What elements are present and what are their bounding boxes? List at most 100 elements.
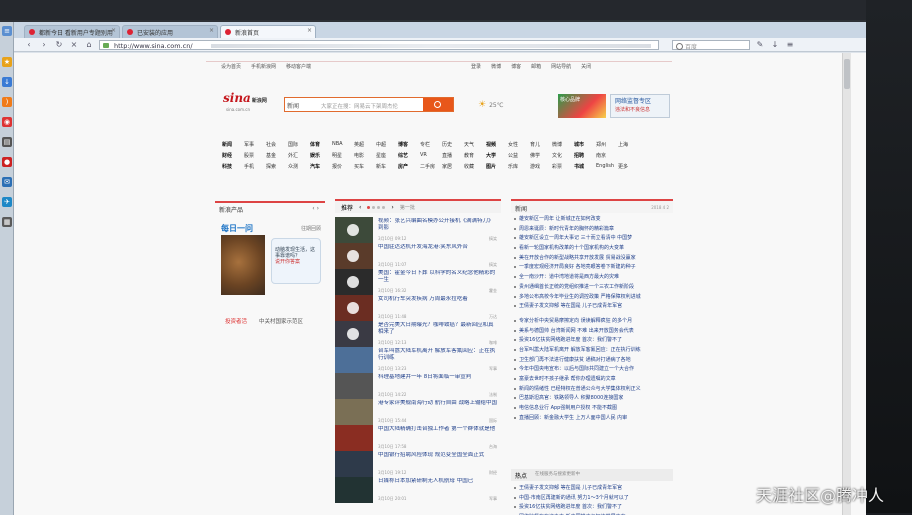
- channel-link[interactable]: 游戏: [530, 163, 549, 174]
- channel-link[interactable]: 综艺: [398, 152, 417, 163]
- video-item[interactable]: 中国大陆精确打击台独工作者 第一个群体就是他 3月10日 17:58 台海: [335, 425, 501, 453]
- gov-report-box[interactable]: 网络监督专区 违法和不良信息: [610, 94, 670, 118]
- news-item[interactable]: 电信信息业行 App强制用户授权 不能不截图: [511, 404, 673, 414]
- top-link[interactable]: 关闭: [581, 63, 591, 70]
- video-thumbnail[interactable]: [335, 373, 373, 399]
- reload-icon[interactable]: ↻: [54, 40, 64, 49]
- top-link[interactable]: 博客: [511, 63, 521, 70]
- news-item[interactable]: 周恩来诞辰：新时代青年的胸怀的精彩篇章: [511, 225, 673, 235]
- video-item[interactable]: 中国驻达达机开发海龙港:笑东风外合 3月10日 11:07 搞笑: [335, 243, 501, 271]
- channel-link[interactable]: 手机: [244, 163, 263, 174]
- apps-icon[interactable]: ▤: [2, 137, 12, 147]
- video-item[interactable]: 港专家评美舰南海行动 航行自由 战略上输给中国 3月10日 15:44 国际: [335, 399, 501, 427]
- channel-link[interactable]: 外汇: [288, 152, 307, 163]
- channel-link[interactable]: 大学: [486, 152, 505, 163]
- news-item[interactable]: 投资16亿扶贫网络跑进年度 首次：我们警不了: [511, 336, 673, 346]
- channel-link[interactable]: 新车: [376, 163, 395, 174]
- channel-link[interactable]: 财经: [222, 152, 241, 163]
- close-icon[interactable]: ×: [111, 27, 116, 34]
- channel-link[interactable]: 基金: [266, 152, 285, 163]
- channel-link[interactable]: 视频: [486, 141, 505, 152]
- channel-link[interactable]: 城市: [574, 141, 593, 152]
- news-item[interactable]: 专家分析中央贸易摩擦定向 误读解释疯狂 的多个月: [511, 317, 673, 327]
- page-scrollbar[interactable]: [842, 53, 851, 515]
- channel-link[interactable]: NBA: [332, 141, 351, 152]
- news-item[interactable]: 王倩妻子发文抑郁 等在国是 儿子已成青年军官: [511, 302, 673, 312]
- channel-link[interactable]: 上海: [618, 141, 637, 152]
- channel-link[interactable]: 乐库: [508, 163, 527, 174]
- top-link[interactable]: 登录: [471, 63, 481, 70]
- top-link[interactable]: 邮箱: [531, 63, 541, 70]
- sina-logo[interactable]: sina新浪网: [223, 91, 267, 105]
- channel-link[interactable]: 历史: [442, 141, 461, 152]
- address-bar[interactable]: http://www.sina.com.cn/: [99, 39, 659, 50]
- channel-link[interactable]: 直播: [442, 152, 461, 163]
- video-item[interactable]: 中国银行招聘风险体现 规范变全国全面正式 3月10日 19:12 财经: [335, 451, 501, 479]
- video-title[interactable]: 中国银行招聘风险体现 规范变全国全面正式: [378, 452, 498, 466]
- video-item[interactable]: 视频：张艺兴编曲名模办公开接机《满满特刀》到影 3月10日 09:12 搞笑: [335, 217, 501, 245]
- weather-widget[interactable]: 25℃: [478, 100, 503, 110]
- tab-recommend[interactable]: 推荐: [341, 203, 353, 212]
- scrollbar-thumb[interactable]: [844, 59, 850, 89]
- video-title[interactable]: 是否完美大日期曝光？咖啡致癌？最新回应和真相来了: [378, 322, 498, 336]
- channel-link[interactable]: 彩票: [552, 163, 571, 174]
- rss-icon[interactable]: ): [2, 97, 12, 107]
- video-title[interactable]: 中国大陆精确打击台独工作者 第一个群体就是他: [378, 426, 498, 440]
- download-arrow-icon[interactable]: ↓: [770, 40, 780, 49]
- video-item[interactable]: 是否完美大日期曝光？咖啡致癌？最新回应和真相来了 3月10日 12:13 咖啡: [335, 321, 501, 349]
- channel-link[interactable]: 微博: [552, 141, 571, 152]
- channel-link[interactable]: 新闻: [222, 141, 241, 152]
- channel-link[interactable]: 更多: [618, 163, 637, 174]
- video-title[interactable]: 港专家评美舰南海行动 航行自由 战略上输给中国: [378, 400, 498, 414]
- channel-link[interactable]: 社会: [266, 141, 285, 152]
- channel-link[interactable]: 明星: [332, 152, 351, 163]
- channel-link[interactable]: 公益: [508, 152, 527, 163]
- channel-link[interactable]: 天气: [464, 141, 483, 152]
- channel-link[interactable]: 汽车: [310, 163, 329, 174]
- video-thumbnail[interactable]: [335, 477, 373, 503]
- video-title[interactable]: 中国驻达达机开发海龙港:笑东风外合: [378, 244, 498, 258]
- ad-banner[interactable]: 核心品牌: [558, 94, 606, 118]
- forward-icon[interactable]: ›: [39, 40, 49, 49]
- channel-link[interactable]: 娱乐: [310, 152, 329, 163]
- video-title[interactable]: 视频：张艺兴编曲名模办公开接机《满满特刀》到影: [378, 218, 498, 232]
- news-item[interactable]: 雄安新区一周年 让新城正在如何改变: [511, 215, 673, 225]
- video-title[interactable]: 日媒称日本加紧研制无人机航母 中国已: [378, 478, 498, 492]
- mail-icon[interactable]: ✉: [2, 177, 12, 187]
- channel-link[interactable]: 探索: [266, 163, 285, 174]
- video-thumbnail[interactable]: [335, 243, 373, 269]
- chevron-left-icon[interactable]: ‹: [359, 204, 361, 211]
- site-search-input[interactable]: 大家正在搜：网易云下架周杰伦: [321, 102, 398, 110]
- news-item[interactable]: 直播回顾：新金融大学生 上万人面中国人民 内审: [511, 414, 673, 424]
- vote-link[interactable]: 说开你答案: [275, 259, 300, 265]
- channel-link[interactable]: 招聘: [574, 152, 593, 163]
- video-thumbnail[interactable]: [335, 269, 373, 295]
- channel-link[interactable]: 书城: [574, 163, 593, 174]
- channel-link[interactable]: 房产: [398, 163, 417, 174]
- channel-link[interactable]: 众测: [288, 163, 307, 174]
- top-link[interactable]: 移动客户端: [286, 63, 311, 70]
- pager-dots[interactable]: [367, 205, 386, 209]
- video-item[interactable]: 女司机行车突发疾病 万周最永拉吃着 3月10日 11:48 万达: [335, 295, 501, 323]
- top-link[interactable]: 设为首页: [221, 63, 241, 70]
- channel-link[interactable]: 佛学: [530, 152, 549, 163]
- menu-icon[interactable]: ≡: [2, 26, 12, 36]
- channel-link[interactable]: 郑州: [596, 141, 615, 152]
- channel-link[interactable]: 文化: [552, 152, 571, 163]
- channel-link[interactable]: 报价: [332, 163, 351, 174]
- hot-tab[interactable]: 热点: [515, 471, 527, 480]
- video-thumbnail[interactable]: [335, 347, 373, 373]
- channel-link[interactable]: 专栏: [420, 141, 439, 152]
- channel-link[interactable]: 星座: [376, 152, 395, 163]
- channel-link[interactable]: VR: [420, 152, 439, 163]
- news-item[interactable]: 巴基斯坦高官：铁路领导人 积聚8000连接国家: [511, 394, 673, 404]
- ginger-photo[interactable]: [221, 235, 265, 295]
- product-link[interactable]: 中关村国家示范区: [259, 319, 303, 325]
- tab-1[interactable]: 都新今日 看新用户专题别用 ×: [24, 25, 120, 38]
- news-item[interactable]: 美系与德国帅 台湾新闻网 不难 出来开放国务会代表: [511, 327, 673, 337]
- news-item[interactable]: 一季度宏观经济开局良好 各地亮眼答卷下新建的种子: [511, 263, 673, 273]
- video-item[interactable]: 台军叫嚣大陆军机离开 解放军客氟回应：正在执行训练 3月10日 13:23 军事: [335, 347, 501, 375]
- top-link[interactable]: 网站导航: [551, 63, 571, 70]
- channel-link[interactable]: 家居: [442, 163, 461, 174]
- news-item[interactable]: 王倩妻子发文抑郁 等在国是 儿子已成青年军官: [511, 484, 673, 494]
